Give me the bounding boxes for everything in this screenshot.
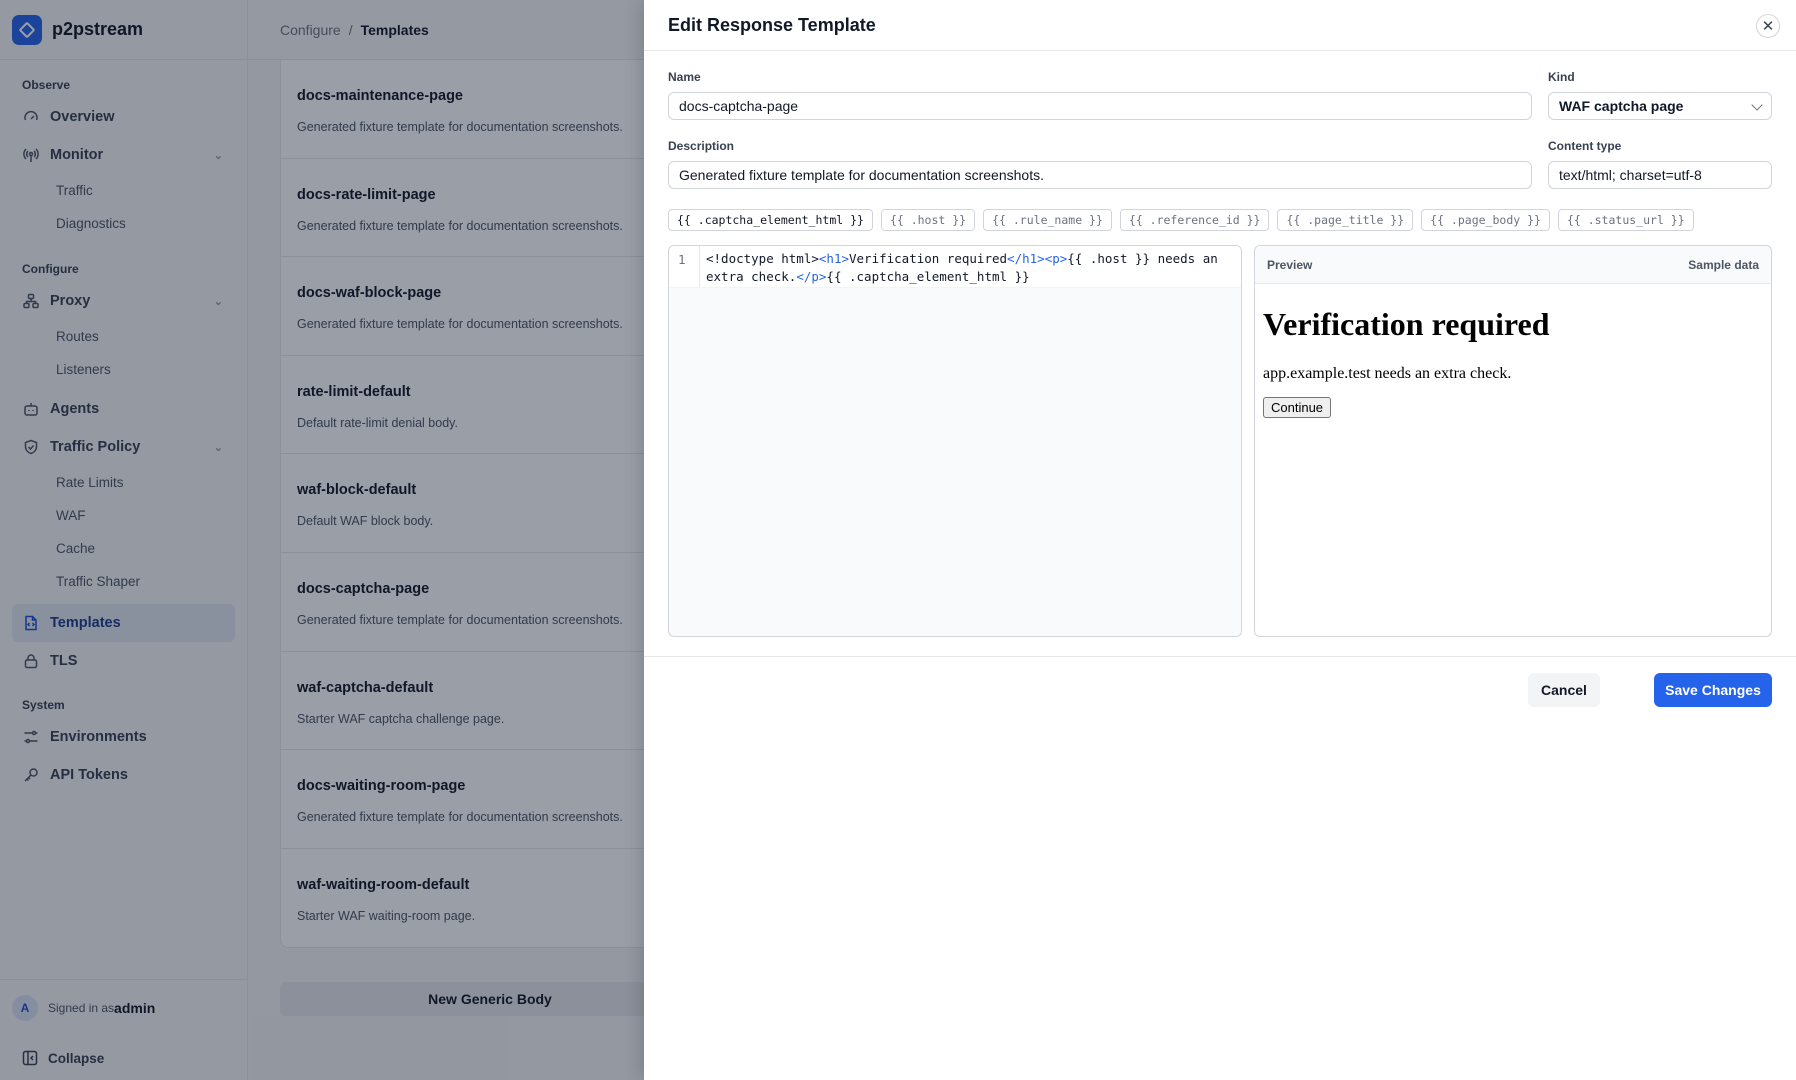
close-button[interactable]: ✕ (1756, 14, 1780, 38)
description-input[interactable]: Generated fixture template for documenta… (668, 161, 1532, 189)
name-label: Name (668, 70, 701, 84)
drawer-footer: Cancel Save Changes (644, 656, 1796, 716)
preview-header: Preview Sample data (1255, 246, 1771, 284)
code-tail: {{ .captcha_element_html }} (826, 269, 1030, 284)
close-icon: ✕ (1761, 18, 1775, 35)
variable-chip-reference-id[interactable]: {{ .reference_id }} (1119, 209, 1270, 231)
kind-label: Kind (1548, 70, 1575, 84)
variable-chip-captcha-element-html[interactable]: {{ .captcha_element_html }} (668, 209, 873, 231)
sample-data-label[interactable]: Sample data (1688, 258, 1759, 272)
save-changes-button[interactable]: Save Changes (1654, 673, 1772, 707)
cancel-button[interactable]: Cancel (1528, 673, 1600, 707)
preview-heading: Verification required (1263, 306, 1550, 342)
variable-chips: {{ .captcha_element_html }} {{ .host }} … (668, 209, 1694, 231)
description-label: Description (668, 139, 735, 153)
preview-body: Verification required app.example.test n… (1255, 284, 1771, 440)
name-input[interactable]: docs-captcha-page (668, 92, 1532, 120)
code-p-open: <p> (1044, 251, 1068, 266)
code-p-close: </p> (796, 269, 827, 284)
kind-select-value: WAF captcha page (1559, 98, 1684, 114)
code-content[interactable]: <!doctype html><h1>Verification required… (700, 246, 1241, 287)
line-number: 1 (669, 246, 700, 287)
drawer-header: Edit Response Template ✕ (644, 0, 1796, 51)
variable-chip-host[interactable]: {{ .host }} (880, 209, 976, 231)
variable-chip-page-body[interactable]: {{ .page_body }} (1421, 209, 1550, 231)
code-h1-open: <h1> (818, 251, 849, 266)
preview-paragraph: app.example.test needs an extra check. (1263, 365, 1512, 382)
preview-label: Preview (1267, 257, 1313, 272)
code-h1-close: </h1> (1007, 251, 1045, 266)
code-doctype: <!doctype html> (706, 251, 819, 266)
preview-continue-button[interactable]: Continue (1263, 397, 1332, 418)
code-h1-text: Verification required (849, 251, 1008, 266)
variable-chip-status-url[interactable]: {{ .status_url }} (1557, 209, 1694, 231)
kind-select[interactable]: WAF captcha page (1548, 92, 1772, 120)
code-line: 1 <!doctype html><h1>Verification requir… (669, 246, 1241, 288)
variable-chip-rule-name[interactable]: {{ .rule_name }} (983, 209, 1112, 231)
variable-chip-page-title[interactable]: {{ .page_title }} (1277, 209, 1414, 231)
content-type-input[interactable]: text/html; charset=utf-8 (1548, 161, 1772, 189)
chevron-down-icon (1751, 99, 1763, 111)
content-type-label: Content type (1548, 139, 1622, 153)
edit-template-drawer: Edit Response Template ✕ Name docs-captc… (644, 0, 1796, 1080)
drawer-title: Edit Response Template (668, 14, 876, 35)
preview-panel: Preview Sample data Verification require… (1254, 245, 1772, 637)
code-editor[interactable]: 1 <!doctype html><h1>Verification requir… (668, 245, 1242, 637)
